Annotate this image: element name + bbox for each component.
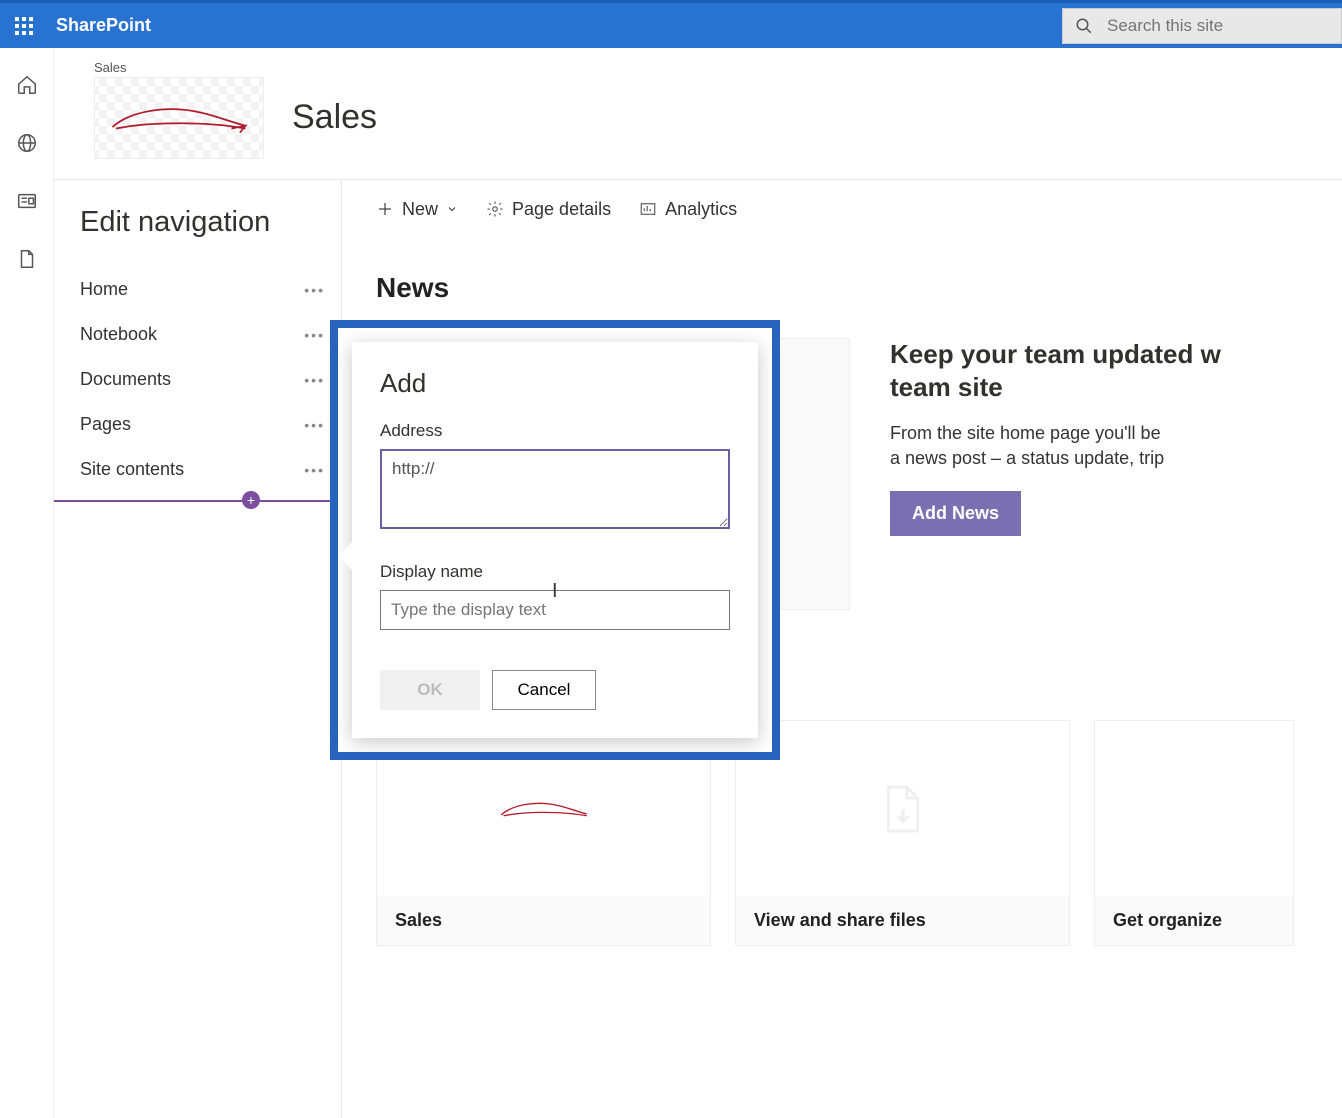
more-icon[interactable]: ••• xyxy=(304,282,333,298)
dialog-title: Add xyxy=(380,368,730,399)
chevron-down-icon xyxy=(446,203,458,215)
app-launcher-icon[interactable] xyxy=(0,2,48,50)
nav-label: Pages xyxy=(80,414,131,435)
nav-item-site-contents[interactable]: Site contents ••• xyxy=(80,447,341,492)
nav-label: Home xyxy=(80,279,128,300)
home-icon[interactable] xyxy=(16,74,38,96)
new-label: New xyxy=(402,199,438,220)
news-heading: News xyxy=(342,238,1342,304)
card-organize[interactable]: Get organize xyxy=(1094,720,1294,946)
news-promo-title: Keep your team updated wteam site xyxy=(890,338,1342,403)
more-icon[interactable]: ••• xyxy=(304,462,333,478)
file-icon[interactable] xyxy=(16,248,38,270)
dialog-caret xyxy=(338,542,352,570)
nav-label: Site contents xyxy=(80,459,184,480)
app-name: SharePoint xyxy=(48,15,151,36)
left-rail xyxy=(0,48,54,1118)
card-label: Get organize xyxy=(1095,896,1293,945)
nav-item-home[interactable]: Home ••• xyxy=(80,267,341,312)
display-name-label: Display name xyxy=(380,562,730,582)
card-label: Sales xyxy=(377,896,710,945)
analytics-button[interactable]: Analytics xyxy=(639,199,737,220)
more-icon[interactable]: ••• xyxy=(304,417,333,433)
site-title: Sales xyxy=(292,98,377,137)
search-icon xyxy=(1075,17,1093,35)
command-bar: New Page details Analytics xyxy=(342,180,1342,238)
card-files[interactable]: View and share files xyxy=(735,720,1070,946)
suite-header: SharePoint xyxy=(0,0,1342,48)
edit-nav-title: Edit navigation xyxy=(80,206,341,239)
site-header: Sales Sales xyxy=(54,48,1342,180)
add-link-dialog: Add Address Display name I OK Cancel xyxy=(330,320,780,760)
page-details-label: Page details xyxy=(512,199,611,220)
cancel-button[interactable]: Cancel xyxy=(492,670,596,710)
add-nav-item-icon[interactable]: + xyxy=(242,491,260,509)
news-promo-body: From the site home page you'll bea news … xyxy=(890,421,1342,471)
nav-label: Documents xyxy=(80,369,171,390)
breadcrumb: Sales xyxy=(94,60,264,75)
news-icon[interactable] xyxy=(16,190,38,212)
card-label: View and share files xyxy=(736,896,1069,945)
nav-item-notebook[interactable]: Notebook ••• xyxy=(80,312,341,357)
site-logo xyxy=(94,77,264,159)
address-input[interactable] xyxy=(380,449,730,529)
plus-icon xyxy=(376,200,394,218)
nav-item-pages[interactable]: Pages ••• xyxy=(80,402,341,447)
nav-item-documents[interactable]: Documents ••• xyxy=(80,357,341,402)
search-box[interactable] xyxy=(1062,8,1342,44)
analytics-icon xyxy=(639,200,657,218)
add-news-button[interactable]: Add News xyxy=(890,491,1021,536)
card-thumb xyxy=(1095,721,1293,896)
new-button[interactable]: New xyxy=(376,199,458,220)
more-icon[interactable]: ••• xyxy=(304,327,333,343)
gear-icon xyxy=(486,200,504,218)
display-name-input[interactable] xyxy=(380,590,730,630)
analytics-label: Analytics xyxy=(665,199,737,220)
insert-line: + xyxy=(54,500,344,502)
ok-button[interactable]: OK xyxy=(380,670,480,710)
globe-icon[interactable] xyxy=(16,132,38,154)
card-thumb xyxy=(736,721,1069,896)
edit-navigation-panel: Edit navigation Home ••• Notebook ••• Docu… xyxy=(54,180,341,1118)
more-icon[interactable]: ••• xyxy=(304,372,333,388)
address-label: Address xyxy=(380,421,730,441)
page-details-button[interactable]: Page details xyxy=(486,199,611,220)
search-input[interactable] xyxy=(1107,16,1307,36)
nav-label: Notebook xyxy=(80,324,157,345)
